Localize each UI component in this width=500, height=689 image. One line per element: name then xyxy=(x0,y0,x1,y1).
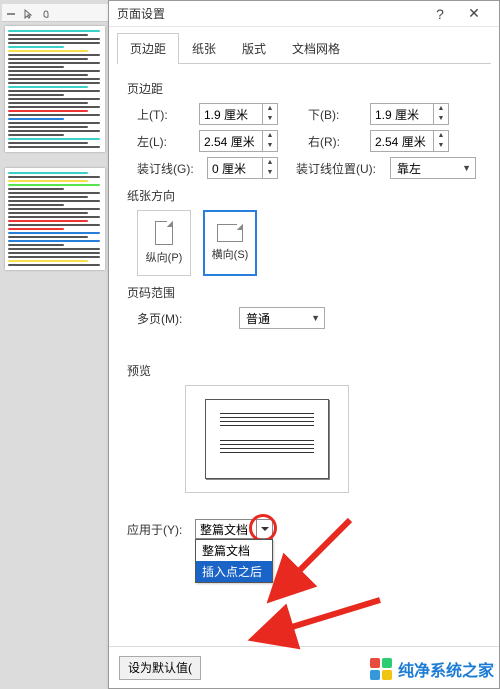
portrait-page-icon xyxy=(155,221,173,245)
apply-to-input[interactable] xyxy=(196,520,256,538)
left-margin-input[interactable] xyxy=(200,131,262,151)
left-margin-label: 左(L): xyxy=(137,133,193,150)
left-margin-spinner[interactable]: ▲▼ xyxy=(199,130,278,152)
tab-grid[interactable]: 文档网格 xyxy=(279,33,353,63)
multipage-value: 普通 xyxy=(246,310,270,327)
right-margin-input[interactable] xyxy=(371,131,433,151)
bottom-margin-label: 下(B): xyxy=(308,106,364,123)
cursor-icon[interactable] xyxy=(24,8,34,18)
spin-up-icon[interactable]: ▲ xyxy=(263,104,277,114)
tab-margins[interactable]: 页边距 xyxy=(117,33,179,63)
spin-down-icon[interactable]: ▼ xyxy=(434,141,448,151)
chevron-down-icon: ▼ xyxy=(462,163,471,173)
landscape-caption: 横向(S) xyxy=(212,246,249,262)
right-margin-label: 右(R): xyxy=(308,133,364,150)
gutter-pos-label: 装订线位置(U): xyxy=(296,160,384,177)
top-margin-label: 上(T): xyxy=(137,106,193,123)
orientation-portrait[interactable]: 纵向(P) xyxy=(137,210,191,276)
page-setup-dialog: 页面设置 ? ✕ 页边距 纸张 版式 文档网格 页边距 上(T): ▲▼ 下(B… xyxy=(108,0,500,689)
spin-up-icon[interactable]: ▲ xyxy=(434,104,448,114)
bottom-margin-spinner[interactable]: ▲▼ xyxy=(370,103,449,125)
watermark: 纯净系统之家 xyxy=(370,657,494,681)
preview-box xyxy=(185,385,349,493)
chevron-down-icon: ▼ xyxy=(311,313,320,323)
help-button[interactable]: ? xyxy=(423,6,457,22)
gutter-pos-value: 靠左 xyxy=(397,160,421,177)
dropdown-option-after[interactable]: 插入点之后 xyxy=(196,561,272,582)
set-default-button[interactable]: 设为默认值( xyxy=(119,656,201,680)
spin-down-icon[interactable]: ▼ xyxy=(263,141,277,151)
watermark-logo-icon xyxy=(370,658,392,680)
bottom-margin-input[interactable] xyxy=(371,104,433,124)
portrait-caption: 纵向(P) xyxy=(146,249,183,265)
section-margins-label: 页边距 xyxy=(127,80,481,97)
dropdown-option-whole[interactable]: 整篇文档 xyxy=(196,540,272,561)
right-margin-spinner[interactable]: ▲▼ xyxy=(370,130,449,152)
watermark-text: 纯净系统之家 xyxy=(398,657,494,681)
spin-down-icon[interactable]: ▼ xyxy=(263,168,277,178)
spin-up-icon[interactable]: ▲ xyxy=(263,131,277,141)
top-margin-input[interactable] xyxy=(200,104,262,124)
spin-down-icon[interactable]: ▼ xyxy=(263,114,277,124)
section-pagerange-label: 页码范围 xyxy=(127,284,481,301)
multipage-select[interactable]: 普通 ▼ xyxy=(239,307,325,329)
tab-paper[interactable]: 纸张 xyxy=(179,33,229,63)
section-preview-label: 预览 xyxy=(127,362,481,379)
landscape-page-icon xyxy=(217,224,243,242)
hand-icon[interactable] xyxy=(42,8,52,18)
spin-up-icon[interactable]: ▲ xyxy=(434,131,448,141)
orientation-landscape[interactable]: 横向(S) xyxy=(203,210,257,276)
preview-page-icon xyxy=(205,399,329,479)
tab-layout[interactable]: 版式 xyxy=(229,33,279,63)
apply-to-combo[interactable]: 整篇文档 插入点之后 xyxy=(195,519,273,539)
apply-to-label: 应用于(Y): xyxy=(127,521,189,538)
gutter-label: 装订线(G): xyxy=(137,160,201,177)
close-button[interactable]: ✕ xyxy=(457,5,491,22)
spin-up-icon[interactable]: ▲ xyxy=(263,158,277,168)
tab-strip: 页边距 纸张 版式 文档网格 xyxy=(117,33,491,64)
toolbar-icon[interactable] xyxy=(6,8,16,18)
dialog-title: 页面设置 xyxy=(117,5,423,22)
multipage-label: 多页(M): xyxy=(137,310,197,327)
title-bar: 页面设置 ? ✕ xyxy=(109,1,499,27)
top-margin-spinner[interactable]: ▲▼ xyxy=(199,103,278,125)
apply-to-dropdown-button[interactable] xyxy=(256,520,272,538)
section-orientation-label: 纸张方向 xyxy=(127,187,481,204)
background-document-pane xyxy=(0,0,110,689)
gutter-spinner[interactable]: ▲▼ xyxy=(207,157,278,179)
spin-down-icon[interactable]: ▼ xyxy=(434,114,448,124)
apply-to-dropdown-list: 整篇文档 插入点之后 xyxy=(195,539,273,583)
gutter-pos-select[interactable]: 靠左 ▼ xyxy=(390,157,476,179)
page-thumbnail xyxy=(5,168,105,270)
gutter-input[interactable] xyxy=(208,158,262,178)
page-thumbnail xyxy=(5,26,105,152)
